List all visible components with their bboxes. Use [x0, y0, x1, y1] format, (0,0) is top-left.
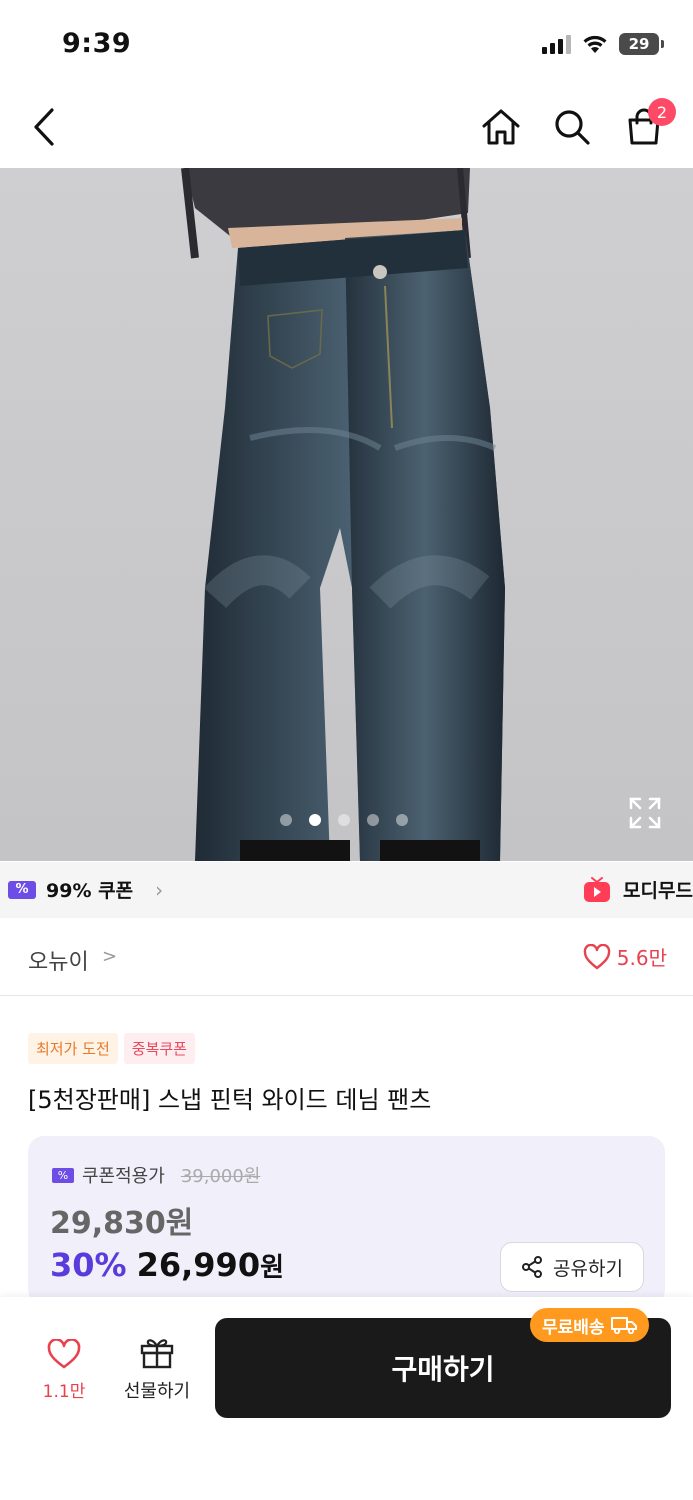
moody-link[interactable]: 모디무드 [583, 876, 693, 903]
coupon-strip: % 99% 쿠폰 › 모디무드 [0, 862, 693, 918]
brand-name[interactable]: 오뉴이 [28, 944, 89, 976]
status-time: 9:39 [62, 28, 132, 59]
coupon-price: 29,830원 [50, 1206, 194, 1241]
discount-rate: 30% [50, 1246, 127, 1284]
battery-icon: 29 [619, 33, 664, 55]
status-icons: 29 [542, 30, 664, 58]
carousel-dot[interactable] [309, 814, 321, 826]
truck-icon [610, 1317, 637, 1334]
share-button[interactable]: 공유하기 [500, 1242, 644, 1292]
carousel-dot[interactable] [280, 814, 292, 826]
share-icon [522, 1256, 543, 1278]
status-bar: 9:39 29 [0, 0, 693, 88]
search-icon [555, 110, 590, 145]
product-tags: 최저가 도전 중복쿠폰 [28, 1033, 195, 1064]
price-box: % 쿠폰적용가 39,000원 29,830원 30% 26,990원 공유하기 [28, 1136, 665, 1306]
gift-button[interactable]: 선물하기 [116, 1335, 198, 1403]
nav-bar: 2 [0, 88, 693, 168]
like-count: 1.1만 [42, 1382, 86, 1402]
final-price: 26,990원 [137, 1246, 284, 1284]
currency-unit: 원 [260, 1253, 284, 1283]
coupon-link[interactable]: % 99% 쿠폰 › [8, 876, 163, 903]
tag-double-coupon: 중복쿠폰 [123, 1033, 195, 1064]
buy-label: 구매하기 [391, 1353, 495, 1386]
cellular-signal-icon [542, 34, 571, 54]
carousel-dot[interactable] [367, 814, 379, 826]
heart-icon [47, 1338, 81, 1369]
gift-icon [140, 1339, 174, 1369]
gift-label: 선물하기 [123, 1381, 191, 1402]
product-title: [5천장판매] 스냅 핀턱 와이드 데님 팬츠 [28, 1086, 432, 1114]
free-shipping-badge: 무료배송 [530, 1308, 649, 1342]
coupon-icon: % [52, 1167, 74, 1183]
tv-play-icon [584, 876, 610, 902]
product-photo [0, 168, 693, 861]
carousel-dot[interactable] [338, 814, 350, 826]
final-price-amount: 26,990 [136, 1246, 261, 1284]
chevron-right-icon: › [155, 877, 164, 902]
free-shipping-label: 무료배송 [542, 1317, 605, 1338]
home-icon [482, 109, 520, 145]
brand-like-count: 5.6만 [616, 946, 667, 970]
wifi-icon [583, 35, 607, 53]
bottom-action-bar: 1.1만 선물하기 구매하기 무료배송 [0, 1297, 693, 1500]
brand-like-button[interactable]: 5.6만 [583, 942, 667, 971]
chevron-left-icon [34, 108, 54, 146]
coupon-icon: % [8, 880, 36, 899]
final-price-row: 30% 26,990원 [50, 1246, 284, 1284]
carousel-indicator [280, 814, 408, 826]
back-button[interactable] [22, 102, 66, 152]
share-label: 공유하기 [553, 1257, 623, 1280]
search-button[interactable] [549, 102, 595, 152]
product-image-carousel[interactable] [0, 168, 693, 861]
coupon-price-row: % 쿠폰적용가 39,000원 [52, 1162, 260, 1188]
cart-button[interactable]: 2 [620, 98, 676, 152]
original-price: 39,000원 [180, 1166, 261, 1187]
home-button[interactable] [478, 102, 524, 152]
heart-icon [583, 943, 610, 969]
moody-label: 모디무드 [623, 880, 693, 902]
chevron-right-icon: > [102, 946, 118, 967]
carousel-dot[interactable] [396, 814, 408, 826]
like-button[interactable]: 1.1만 [30, 1338, 98, 1402]
tag-lowest-price: 최저가 도전 [28, 1033, 118, 1064]
coupon-apply-label: 쿠폰적용가 [82, 1166, 165, 1187]
cart-count-badge: 2 [648, 98, 676, 126]
coupon-label: 99% 쿠폰 [46, 880, 134, 902]
expand-icon[interactable] [628, 796, 662, 830]
brand-row: 오뉴이 > 5.6만 [0, 918, 693, 996]
